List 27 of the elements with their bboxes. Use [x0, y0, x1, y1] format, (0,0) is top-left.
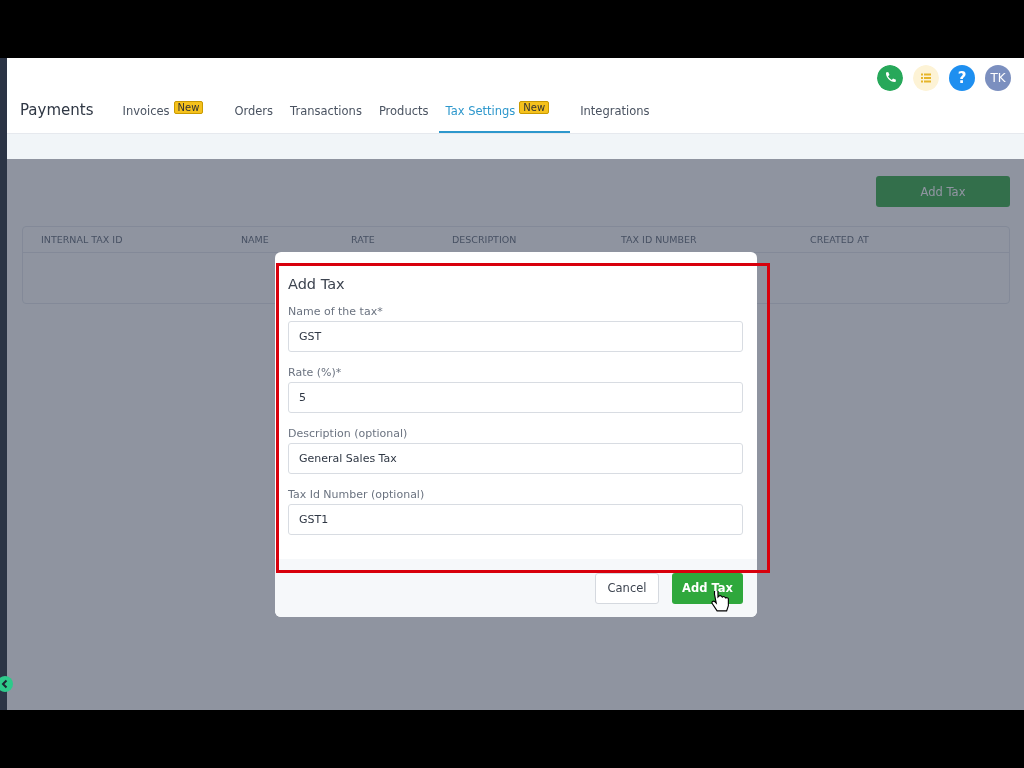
field-label: Name of the tax* [288, 305, 384, 318]
phone-icon[interactable] [877, 65, 903, 91]
column-header: TAX ID NUMBER [621, 234, 698, 245]
page-title: Payments [20, 101, 94, 121]
column-header: DESCRIPTION [452, 234, 518, 245]
input-field[interactable]: GST1 [288, 504, 743, 535]
nav-tab[interactable]: Transactions [283, 91, 369, 133]
input-field[interactable]: General Sales Tax [288, 443, 743, 474]
dialog-title: Add Tax [288, 276, 346, 292]
column-header: CREATED AT [810, 234, 870, 245]
cancel-button[interactable]: Cancel [595, 572, 659, 604]
column-header: NAME [241, 234, 270, 245]
nav-tab[interactable]: Invoices New [115, 91, 225, 133]
column-header: INTERNAL TAX ID [41, 234, 124, 245]
new-badge: New [519, 101, 550, 114]
nav-tab[interactable]: Orders [227, 91, 281, 133]
field-label: Description (optional) [288, 427, 409, 440]
nav-tab[interactable]: Integrations [573, 91, 657, 133]
column-header: RATE [351, 234, 376, 245]
input-field[interactable]: GST [288, 321, 743, 352]
input-field[interactable]: 5 [288, 382, 743, 413]
collapse-icon[interactable] [0, 676, 13, 692]
field-label: Rate (%)* [288, 366, 343, 379]
nav-tab[interactable]: Products [371, 91, 436, 133]
list-icon[interactable] [913, 65, 939, 91]
new-badge: New [173, 101, 204, 114]
field-label: Tax Id Number (optional) [288, 488, 426, 501]
